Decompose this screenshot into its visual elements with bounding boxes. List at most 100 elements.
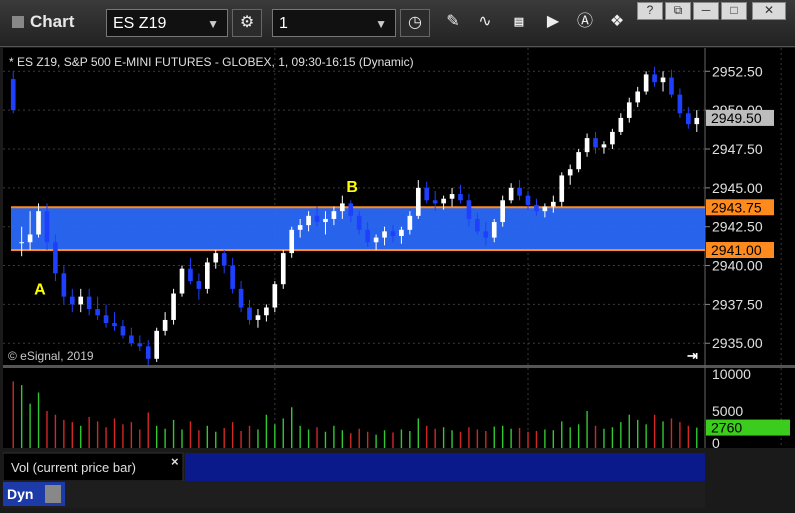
candle-body xyxy=(432,200,438,204)
candle-body xyxy=(483,231,489,238)
candle-body xyxy=(635,91,641,103)
watermark: © eSignal, 2019 xyxy=(8,349,94,363)
alert-button[interactable]: Ⓐ xyxy=(570,9,600,37)
candle-body xyxy=(610,131,615,145)
candle-body xyxy=(272,284,278,308)
candle-body xyxy=(213,253,219,263)
studies-button[interactable]: ∿ xyxy=(470,9,500,37)
alert-icon: Ⓐ xyxy=(576,13,593,30)
minimize-button[interactable]: ─ xyxy=(693,2,719,20)
candle-body xyxy=(44,211,50,243)
candle-body xyxy=(247,307,252,320)
panel-divider[interactable] xyxy=(3,365,795,368)
current-price-label: 2949.50 xyxy=(711,110,762,126)
interval-dropdown[interactable]: 1 ▼ xyxy=(272,9,396,37)
candle-body xyxy=(584,138,590,153)
scroll-to-end-icon[interactable]: ⇥ xyxy=(687,348,698,363)
candle-body xyxy=(27,234,33,243)
app-title: Chart xyxy=(12,12,74,32)
close-button[interactable]: ✕ xyxy=(752,2,786,20)
candle-body xyxy=(314,215,320,223)
title-bar: Chart ES Z19 ▼ ⚙ 1 ▼ ◷ ✎ ∿ ▤ ▶ Ⓐ ❖ ? ⧉ ─ □… xyxy=(0,0,795,47)
gear-icon: ⚙ xyxy=(239,14,255,31)
restore-button[interactable]: ⧉ xyxy=(665,2,691,20)
candle-body xyxy=(415,187,421,216)
time-axis-bg xyxy=(3,481,795,508)
candle-body xyxy=(95,309,100,316)
get-data-button[interactable]: ▤ xyxy=(504,9,534,37)
volume-legend-bar xyxy=(185,453,705,481)
candle-body xyxy=(61,273,67,297)
candle-body xyxy=(576,152,581,170)
time-button[interactable]: ◷ xyxy=(400,9,430,37)
candle-body xyxy=(36,211,41,235)
candle-body xyxy=(618,117,624,132)
candle-body xyxy=(86,296,92,310)
link-icon: ❖ xyxy=(609,13,625,30)
candle-body xyxy=(171,293,176,320)
price-chart[interactable]: 2935.00 2937.50 2940.00 2942.50 2945.00 2947.… xyxy=(2,48,795,508)
candle-body xyxy=(196,281,202,289)
volume-legend-label: Vol (current price bar) xyxy=(11,460,136,475)
maximize-icon: □ xyxy=(730,3,738,17)
candle-body xyxy=(694,117,700,125)
minimize-icon: ─ xyxy=(701,3,711,17)
volume-legend-close-icon[interactable]: × xyxy=(171,454,179,469)
volume-panel-bg xyxy=(3,368,705,448)
help-button[interactable]: ? xyxy=(637,2,663,20)
candle-body xyxy=(264,307,269,316)
maximize-button[interactable]: □ xyxy=(721,2,747,20)
annotation-a[interactable]: A xyxy=(34,282,46,299)
symbol-dropdown[interactable]: ES Z19 ▼ xyxy=(106,9,228,37)
candle-body xyxy=(407,215,413,230)
candle-body xyxy=(441,198,446,204)
question-icon: ? xyxy=(646,3,654,17)
candle-body xyxy=(306,215,311,226)
candle-body xyxy=(399,229,404,237)
candle-body xyxy=(323,218,328,223)
candle-body xyxy=(179,268,185,294)
price-axis-label: 2952.50 xyxy=(712,63,763,79)
interval-value: 1 xyxy=(279,15,288,32)
candle-body xyxy=(137,343,143,347)
candle-body xyxy=(677,94,683,114)
chart-area[interactable]: 2935.00 2937.50 2940.00 2942.50 2945.00 2947.… xyxy=(2,48,795,508)
candle-body xyxy=(255,315,261,320)
chevron-down-icon: ▼ xyxy=(375,17,387,31)
price-axis-label: 2947.50 xyxy=(712,141,763,157)
volume-axis-label: 5000 xyxy=(712,403,743,419)
price-axis-label: 2940.00 xyxy=(712,258,763,274)
chevron-down-icon: ▼ xyxy=(207,17,219,31)
candle-body xyxy=(559,175,565,202)
play-button[interactable]: ▶ xyxy=(538,9,568,37)
current-volume-label: 2760 xyxy=(711,420,742,436)
dynamic-mode-label: Dyn xyxy=(7,486,33,502)
draw-button[interactable]: ✎ xyxy=(438,9,468,37)
candle-body xyxy=(652,74,657,83)
candle-body xyxy=(660,77,666,83)
annotation-b[interactable]: B xyxy=(346,179,358,196)
link-button[interactable]: ❖ xyxy=(602,9,632,37)
candle-body xyxy=(19,242,24,244)
lock-icon[interactable] xyxy=(45,485,61,503)
candle-body xyxy=(280,253,286,285)
play-icon: ▶ xyxy=(546,13,560,30)
axis-corner xyxy=(705,481,795,508)
candle-body xyxy=(129,335,134,344)
candle-body xyxy=(601,144,607,148)
studies-icon: ∿ xyxy=(478,13,492,30)
chart-window-icon xyxy=(12,16,24,28)
candle-body xyxy=(390,231,396,237)
candle-body xyxy=(626,102,632,118)
candle-body xyxy=(643,74,649,92)
chart-title: * ES Z19, S&P 500 E-MINI FUTURES - GLOBE… xyxy=(9,55,414,69)
candle-body xyxy=(669,77,674,95)
candle-body xyxy=(221,253,227,266)
settings-button[interactable]: ⚙ xyxy=(232,9,262,37)
candle-body xyxy=(120,326,126,336)
candle-body xyxy=(53,242,58,274)
candle-body xyxy=(356,215,362,230)
candle-body xyxy=(500,200,506,223)
candle-body xyxy=(103,315,109,324)
candle-body xyxy=(517,187,522,196)
